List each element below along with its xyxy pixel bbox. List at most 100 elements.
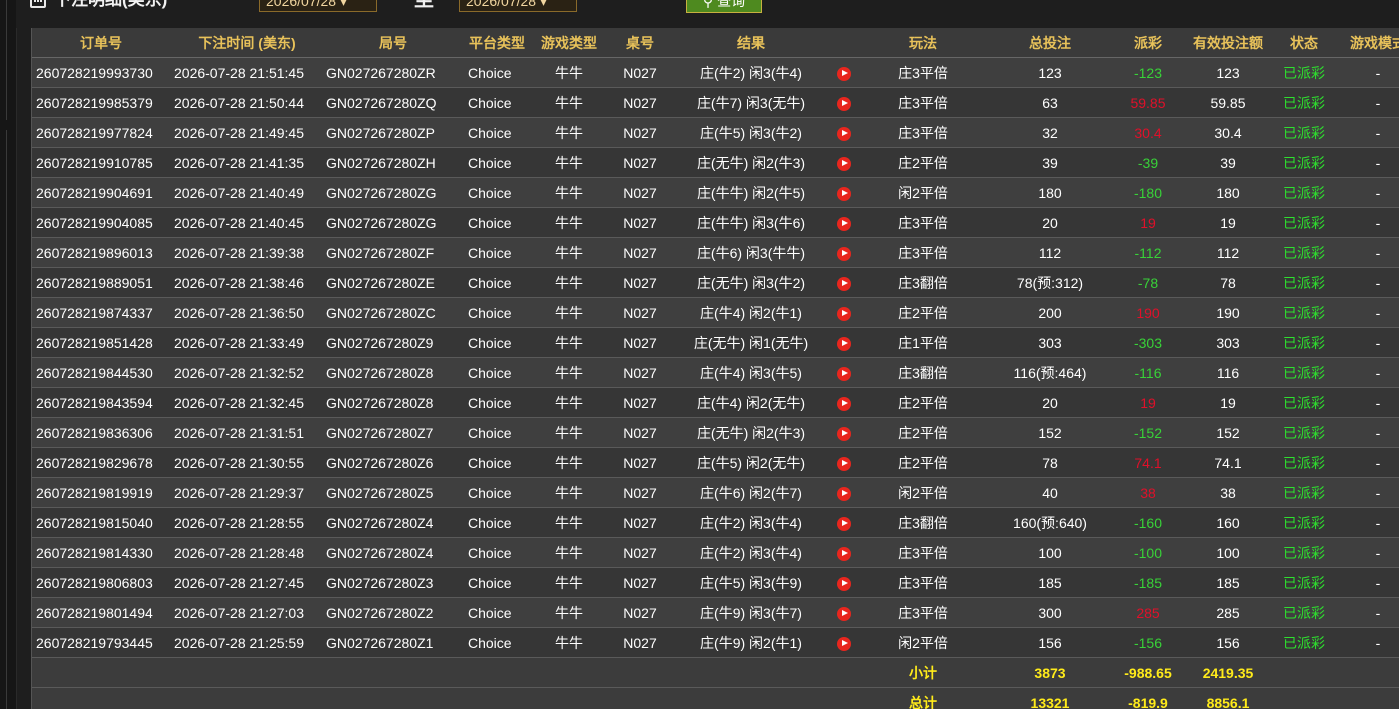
cell-valid-bet: 285 [1182, 597, 1274, 628]
cell-game-mode: - [1334, 357, 1399, 388]
cell-table-number: N027 [606, 177, 674, 208]
play-video-icon[interactable] [837, 186, 851, 201]
cell-status: 已派彩 [1274, 537, 1334, 568]
table-row[interactable]: 260728219896013 2026-07-28 21:39:38 GN0272… [32, 237, 1399, 268]
cell-bet-time: 2026-07-28 21:25:59 [170, 627, 324, 658]
play-video-icon[interactable] [837, 126, 851, 141]
play-video-icon[interactable] [837, 456, 851, 471]
cell-bet-time: 2026-07-28 21:40:45 [170, 207, 324, 238]
cell-round-number: GN027267280ZE [324, 267, 462, 298]
summary-spacer [532, 657, 606, 688]
play-video-icon[interactable] [837, 246, 851, 261]
cell-round-number: GN027267280Z4 [324, 507, 462, 538]
table-row[interactable]: 260728219814330 2026-07-28 21:28:48 GN0272… [32, 537, 1399, 568]
cell-result: 庄(牛6) 闲3(牛牛) [674, 237, 828, 268]
summary-spacer [324, 687, 462, 709]
cell-valid-bet: 30.4 [1182, 117, 1274, 148]
table-row[interactable]: 260728219851428 2026-07-28 21:33:49 GN0272… [32, 327, 1399, 358]
play-video-icon[interactable] [837, 216, 851, 231]
table-row[interactable]: 260728219819919 2026-07-28 21:29:37 GN0272… [32, 477, 1399, 508]
cell-total-bet: 152 [986, 417, 1114, 448]
query-button[interactable]: ⚲ 查询 [686, 0, 762, 13]
cell-total-bet: 180 [986, 177, 1114, 208]
table-row[interactable]: 260728219889051 2026-07-28 21:38:46 GN0272… [32, 267, 1399, 298]
table-row[interactable]: 260728219904085 2026-07-28 21:40:45 GN0272… [32, 207, 1399, 238]
cell-platform-type: Choice [462, 327, 532, 358]
play-video-icon[interactable] [837, 516, 851, 531]
cell-bet-time: 2026-07-28 21:50:44 [170, 87, 324, 118]
cell-table-number: N027 [606, 357, 674, 388]
summary-spacer [674, 657, 828, 688]
cell-table-number: N027 [606, 117, 674, 148]
cell-game-type: 牛牛 [532, 507, 606, 538]
cell-total-bet: 303 [986, 327, 1114, 358]
cell-total-bet: 123 [986, 57, 1114, 88]
cell-total-bet: 185 [986, 567, 1114, 598]
cell-replay [828, 357, 860, 388]
play-video-icon[interactable] [837, 576, 851, 591]
play-video-icon[interactable] [837, 426, 851, 441]
cell-payout: 19 [1114, 207, 1182, 238]
page-title: 下注明细(美东) [54, 0, 167, 10]
cell-order-number: 260728219910785 [32, 147, 170, 178]
table-row[interactable]: 260728219806803 2026-07-28 21:27:45 GN0272… [32, 567, 1399, 598]
play-video-icon[interactable] [837, 486, 851, 501]
play-video-icon[interactable] [837, 96, 851, 111]
start-date-value: 2026/07/28 [266, 0, 337, 9]
play-video-icon[interactable] [837, 546, 851, 561]
cell-bet-time: 2026-07-28 21:40:49 [170, 177, 324, 208]
cell-platform-type: Choice [462, 567, 532, 598]
summary-spacer [462, 657, 532, 688]
cell-bet-time: 2026-07-28 21:27:45 [170, 567, 324, 598]
cell-payout: -160 [1114, 507, 1182, 538]
play-video-icon[interactable] [837, 66, 851, 81]
cell-platform-type: Choice [462, 417, 532, 448]
play-video-icon[interactable] [837, 636, 851, 651]
table-row[interactable]: 260728219836306 2026-07-28 21:31:51 GN0272… [32, 417, 1399, 448]
cell-platform-type: Choice [462, 57, 532, 88]
cell-game-type: 牛牛 [532, 207, 606, 238]
cell-valid-bet: 303 [1182, 327, 1274, 358]
cell-game-mode: - [1334, 447, 1399, 478]
table-row[interactable]: 260728219843594 2026-07-28 21:32:45 GN0272… [32, 387, 1399, 418]
table-row[interactable]: 260728219829678 2026-07-28 21:30:55 GN0272… [32, 447, 1399, 478]
cell-play-type: 闲2平倍 [860, 477, 986, 508]
cell-replay [828, 297, 860, 328]
cell-replay [828, 177, 860, 208]
table-row[interactable]: 260728219793445 2026-07-28 21:25:59 GN0272… [32, 627, 1399, 658]
play-video-icon[interactable] [837, 396, 851, 411]
cell-bet-time: 2026-07-28 21:51:45 [170, 57, 324, 88]
table-row[interactable]: 260728219993730 2026-07-28 21:51:45 GN0272… [32, 57, 1399, 88]
table-row[interactable]: 260728219904691 2026-07-28 21:40:49 GN0272… [32, 177, 1399, 208]
play-video-icon[interactable] [837, 306, 851, 321]
table-row[interactable]: 260728219977824 2026-07-28 21:49:45 GN0272… [32, 117, 1399, 148]
play-video-icon[interactable] [837, 366, 851, 381]
table-row[interactable]: 260728219874337 2026-07-28 21:36:50 GN0272… [32, 297, 1399, 328]
play-video-icon[interactable] [837, 156, 851, 171]
cell-valid-bet: 19 [1182, 387, 1274, 418]
cell-replay [828, 207, 860, 238]
table-row[interactable]: 260728219844530 2026-07-28 21:32:52 GN0272… [32, 357, 1399, 388]
cell-payout: -303 [1114, 327, 1182, 358]
cell-payout: 74.1 [1114, 447, 1182, 478]
start-date-picker[interactable]: 2026/07/28 ▾ [259, 0, 377, 12]
cell-valid-bet: 78 [1182, 267, 1274, 298]
end-date-picker[interactable]: 2026/07/28 ▾ [459, 0, 577, 12]
play-video-icon[interactable] [837, 336, 851, 351]
cell-result: 庄(牛9) 闲3(牛7) [674, 597, 828, 628]
cell-game-mode: - [1334, 117, 1399, 148]
play-video-icon[interactable] [837, 606, 851, 621]
table-row[interactable]: 260728219985379 2026-07-28 21:50:44 GN0272… [32, 87, 1399, 118]
cell-table-number: N027 [606, 447, 674, 478]
table-row[interactable]: 260728219815040 2026-07-28 21:28:55 GN0272… [32, 507, 1399, 538]
table-row[interactable]: 260728219801494 2026-07-28 21:27:03 GN0272… [32, 597, 1399, 628]
cell-platform-type: Choice [462, 237, 532, 268]
date-range-separator: 至 [414, 0, 434, 11]
cell-game-type: 牛牛 [532, 597, 606, 628]
table-row[interactable]: 260728219910785 2026-07-28 21:41:35 GN0272… [32, 147, 1399, 178]
summary-spacer [1274, 687, 1334, 709]
cell-valid-bet: 100 [1182, 537, 1274, 568]
cell-order-number: 260728219851428 [32, 327, 170, 358]
cell-game-type: 牛牛 [532, 117, 606, 148]
play-video-icon[interactable] [837, 276, 851, 291]
